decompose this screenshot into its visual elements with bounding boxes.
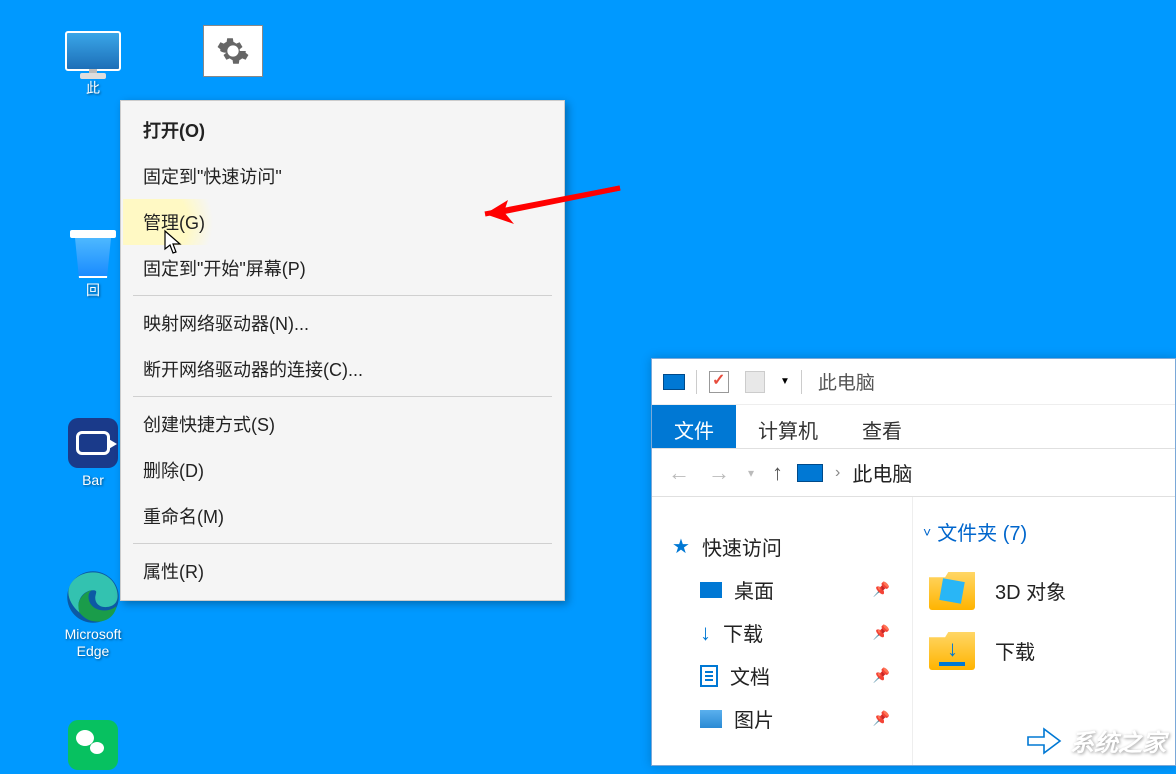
nav-pictures[interactable]: 图片 📌 — [672, 697, 912, 740]
chevron-down-icon: ˅ — [923, 524, 931, 540]
monitor-icon — [63, 26, 123, 76]
context-menu: 打开(O) 固定到"快速访问" 管理(G) 固定到"开始"屏幕(P) 映射网络驱… — [120, 100, 565, 601]
pin-icon: 📌 — [873, 624, 890, 641]
qat-newfolder-icon[interactable] — [741, 368, 769, 396]
watermark-logo-icon — [1024, 725, 1064, 757]
camera-icon — [63, 418, 123, 468]
desktop-glyph-icon — [700, 582, 722, 598]
breadcrumb-separator[interactable]: › — [835, 464, 840, 482]
nav-recent-dropdown[interactable]: ▾ — [744, 466, 758, 480]
qat-separator — [801, 370, 802, 394]
tab-computer[interactable]: 计算机 — [736, 405, 840, 448]
nav-item-label: 文档 — [730, 661, 770, 690]
watermark-text: 系统之家 — [1070, 723, 1166, 758]
edge-icon — [63, 572, 123, 622]
section-label: 文件夹 (7) — [937, 517, 1027, 546]
qat-customize-dropdown[interactable]: ▼ — [777, 376, 793, 387]
nav-desktop[interactable]: 桌面 📌 — [672, 568, 912, 611]
section-folders-header[interactable]: ˅ 文件夹 (7) — [923, 517, 1165, 546]
star-icon: ★ — [672, 534, 690, 559]
qat-properties-icon[interactable] — [705, 368, 733, 396]
picture-glyph-icon — [700, 710, 722, 728]
menu-separator — [133, 543, 552, 544]
folder-3d-objects[interactable]: 3D 对象 — [923, 560, 1165, 620]
nav-back-icon[interactable]: ← — [664, 460, 694, 486]
settings-file-icon — [203, 26, 263, 76]
menu-item-rename[interactable]: 重命名(M) — [123, 493, 562, 539]
menu-item-pin-start[interactable]: 固定到"开始"屏幕(P) — [123, 245, 562, 291]
pin-icon: 📌 — [873, 667, 890, 684]
folder-label: 3D 对象 — [995, 576, 1066, 605]
gear-icon — [216, 34, 250, 68]
ribbon-tabs: 文件 计算机 查看 — [652, 405, 1175, 449]
menu-item-manage[interactable]: 管理(G) — [123, 199, 562, 245]
folder-downloads[interactable]: ↓ 下载 — [923, 620, 1165, 680]
breadcrumb-location[interactable]: 此电脑 — [852, 458, 912, 487]
folder-icon — [929, 570, 975, 610]
qat-separator — [696, 370, 697, 394]
download-arrow-icon: ↓ — [700, 620, 711, 646]
menu-separator — [133, 396, 552, 397]
window-title: 此电脑 — [818, 368, 875, 395]
nav-item-label: 图片 — [734, 704, 774, 733]
folder-icon: ↓ — [929, 630, 975, 670]
nav-up-icon[interactable]: ↑ — [768, 460, 787, 486]
menu-item-label: 管理(G) — [143, 213, 205, 233]
document-glyph-icon — [700, 665, 718, 687]
qat-pc-icon[interactable] — [660, 368, 688, 396]
desktop-icon-settings[interactable] — [188, 26, 278, 80]
menu-separator — [133, 295, 552, 296]
menu-item-properties[interactable]: 属性(R) — [123, 548, 562, 594]
desktop-icon-label: 此 — [48, 80, 138, 97]
wechat-icon — [63, 720, 123, 770]
nav-quick-access[interactable]: ★ 快速访问 — [672, 525, 912, 568]
folder-label: 下载 — [995, 636, 1035, 665]
explorer-window: ▼ 此电脑 文件 计算机 查看 ← → ▾ ↑ › 此电脑 ★ 快速访问 桌面 … — [651, 358, 1176, 766]
nav-item-label: 下载 — [723, 618, 763, 647]
explorer-titlebar[interactable]: ▼ 此电脑 — [652, 359, 1175, 405]
address-bar: ← → ▾ ↑ › 此电脑 — [652, 449, 1175, 497]
address-pc-icon — [797, 464, 823, 482]
menu-item-create-shortcut[interactable]: 创建快捷方式(S) — [123, 401, 562, 447]
nav-forward-icon[interactable]: → — [704, 460, 734, 486]
menu-item-map-drive[interactable]: 映射网络驱动器(N)... — [123, 300, 562, 346]
watermark: 系统之家 — [1024, 723, 1166, 758]
nav-item-label: 快速访问 — [702, 532, 782, 561]
tab-view[interactable]: 查看 — [840, 405, 924, 448]
menu-item-delete[interactable]: 删除(D) — [123, 447, 562, 493]
menu-item-disconnect-drive[interactable]: 断开网络驱动器的连接(C)... — [123, 346, 562, 392]
nav-item-label: 桌面 — [734, 575, 774, 604]
desktop-icon-label: Microsoft Edge — [48, 626, 138, 660]
explorer-nav-pane: ★ 快速访问 桌面 📌 ↓ 下载 📌 文档 📌 图片 📌 — [652, 497, 912, 765]
menu-item-open[interactable]: 打开(O) — [123, 107, 562, 153]
menu-item-pin-quick-access[interactable]: 固定到"快速访问" — [123, 153, 562, 199]
pin-icon: 📌 — [873, 581, 890, 598]
recycle-bin-icon — [63, 228, 123, 278]
desktop-icon-this-pc[interactable]: 此 — [48, 26, 138, 97]
nav-documents[interactable]: 文档 📌 — [672, 654, 912, 697]
nav-downloads[interactable]: ↓ 下载 📌 — [672, 611, 912, 654]
tab-file[interactable]: 文件 — [652, 405, 736, 448]
pin-icon: 📌 — [873, 710, 890, 727]
